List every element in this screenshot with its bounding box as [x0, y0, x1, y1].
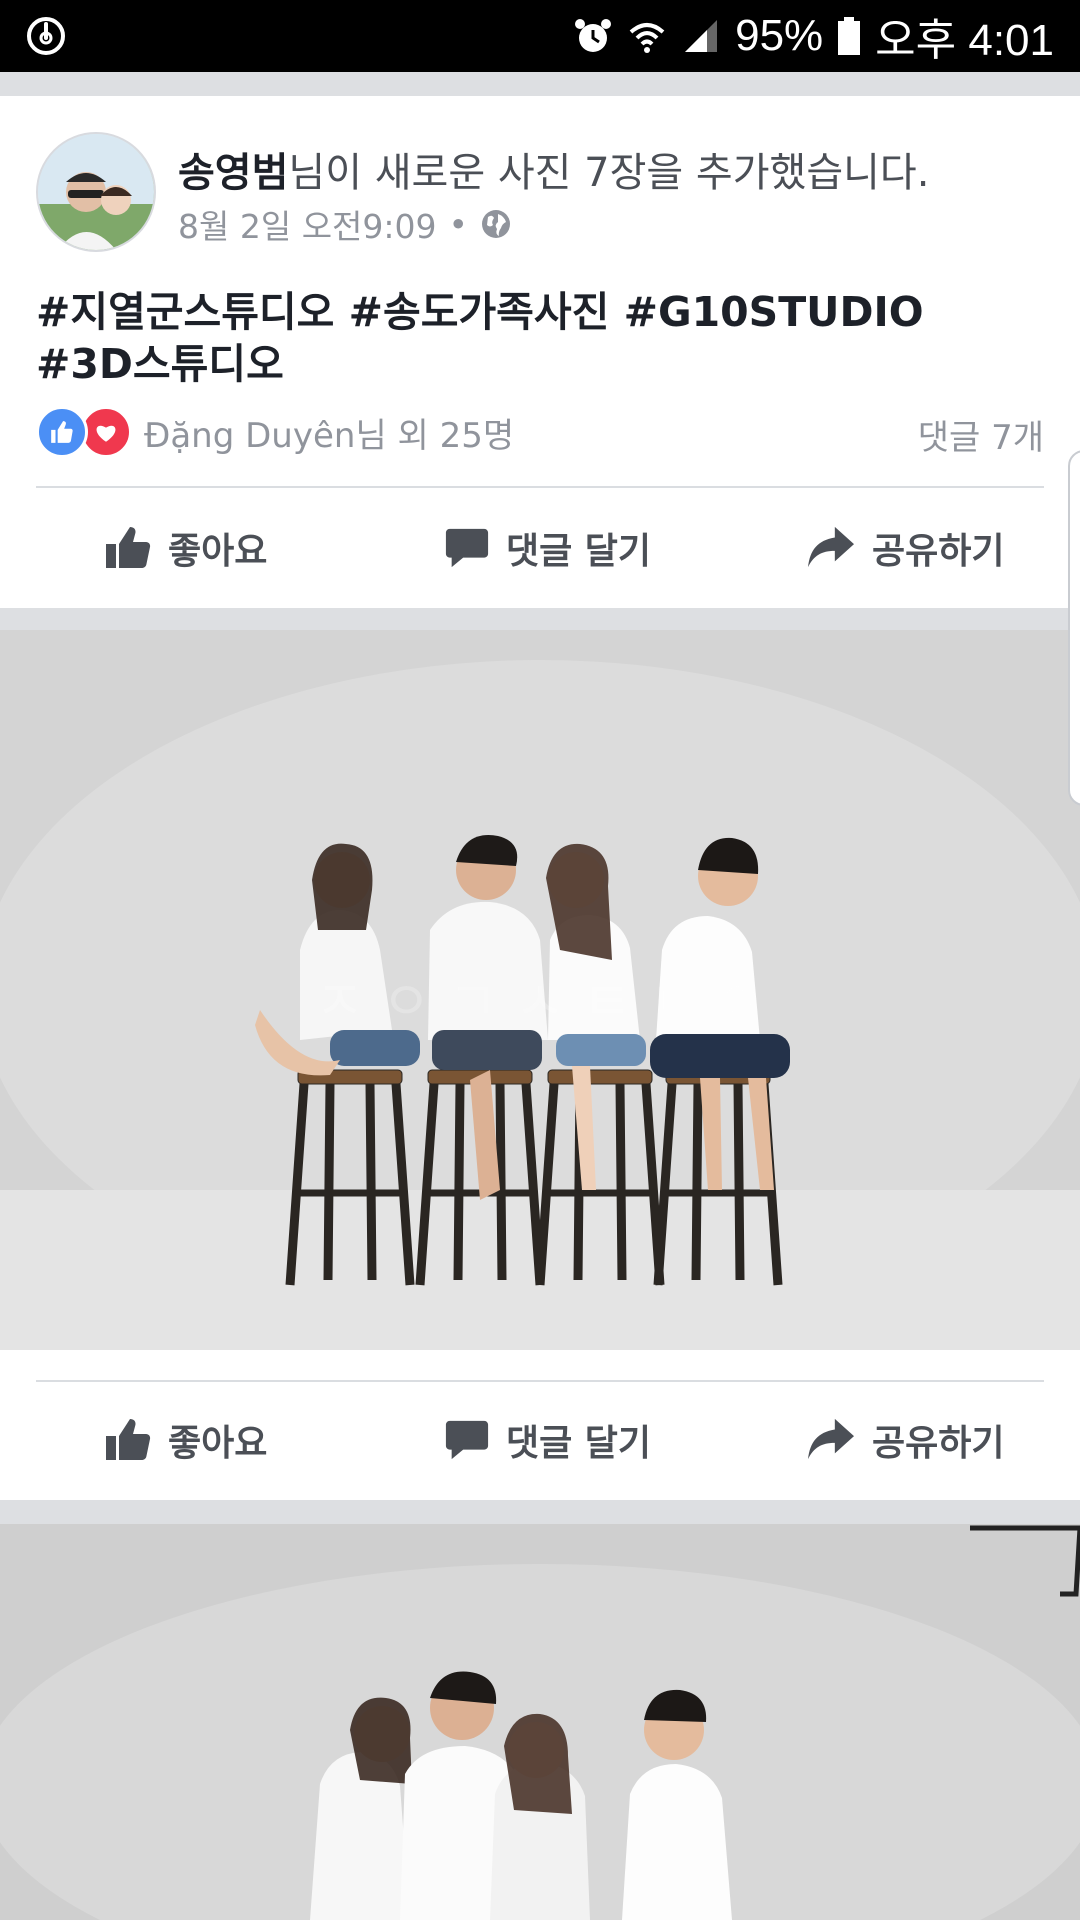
scroll-handle[interactable] — [1068, 450, 1080, 806]
post-meta: 8월 2일 오전9:09 • — [178, 200, 512, 248]
comment-bubble-icon — [445, 1420, 489, 1460]
author-avatar[interactable] — [36, 132, 156, 252]
post-card: 송영범님이 새로운 사진 7장을 추가했습니다. 8월 2일 오전9:09 • … — [0, 96, 1080, 608]
share-button[interactable]: 공유하기 — [806, 488, 1004, 608]
post-photo-1[interactable]: ㅈ ㅇ ㄱ ㅅ ㅌ ㄷ ㅇ — [0, 630, 1080, 1350]
share-arrow-icon — [808, 1418, 854, 1460]
photo-comment-button[interactable]: 댓글 달기 — [444, 1380, 651, 1500]
photo-share-button[interactable]: 공유하기 — [806, 1380, 1004, 1500]
post-timestamp[interactable]: 8월 2일 오전9:09 — [178, 200, 437, 248]
like-label: 좋아요 — [168, 531, 268, 572]
post-photo-2[interactable] — [0, 1524, 1080, 1920]
power-sync-icon — [27, 17, 65, 55]
post-headline: 송영범님이 새로운 사진 7장을 추가했습니다. — [178, 140, 929, 198]
like-reaction-icon — [36, 406, 88, 458]
battery-icon — [838, 17, 861, 55]
family-photo-image — [0, 1524, 1080, 1920]
comment-button[interactable]: 댓글 달기 — [444, 488, 651, 608]
hashtags-line-2[interactable]: #3D스튜디오 — [36, 338, 1036, 390]
family-photo-image: ㅈ ㅇ ㄱ ㅅ ㅌ ㄷ ㅇ — [0, 630, 1080, 1350]
share-label: 공유하기 — [872, 1423, 1005, 1464]
wifi-icon — [629, 23, 665, 53]
cell-signal-icon — [685, 20, 718, 52]
share-arrow-icon — [808, 526, 854, 568]
comments-count[interactable]: 댓글 7개 — [918, 410, 1044, 459]
action-bar: 좋아요 댓글 달기 공유하기 — [0, 488, 1080, 608]
photo-action-bar: 좋아요 댓글 달기 공유하기 — [0, 1350, 1080, 1500]
reactions-text: Đặng Duyên님 외 25명 — [144, 415, 515, 456]
reactions-summary[interactable]: Đặng Duyên님 외 25명 — [36, 406, 514, 458]
svg-text:ㅈ ㅇ ㄱ ㅅ ㅌ ㄷ ㅇ: ㅈ ㅇ ㄱ ㅅ ㅌ ㄷ ㅇ — [315, 970, 766, 1033]
battery-percent: 95% — [735, 11, 824, 60]
meta-separator: • — [448, 204, 468, 244]
alarm-clock-icon — [575, 19, 612, 52]
comment-label: 댓글 달기 — [506, 531, 652, 572]
comment-label: 댓글 달기 — [506, 1423, 652, 1464]
like-label: 좋아요 — [168, 1423, 268, 1464]
thumbs-up-icon — [106, 527, 151, 568]
comment-bubble-icon — [445, 528, 489, 568]
status-bar: 95% 오후 4:01 — [0, 0, 1080, 72]
author-name[interactable]: 송영범 — [178, 150, 288, 196]
post-text: #지열군스튜디오 #송도가족사진 #G10STUDIO #3D스튜디오 — [36, 286, 1036, 390]
hashtags-line-1[interactable]: #지열군스튜디오 #송도가족사진 #G10STUDIO — [36, 286, 1036, 338]
like-button[interactable]: 좋아요 — [104, 488, 267, 608]
headline-suffix: 님이 새로운 사진 7장을 추가했습니다. — [288, 150, 930, 196]
globe-icon — [482, 210, 510, 238]
photo-like-button[interactable]: 좋아요 — [104, 1380, 267, 1500]
clock: 오후 4:01 — [875, 16, 1054, 65]
thumbs-up-icon — [106, 1419, 151, 1460]
share-label: 공유하기 — [872, 531, 1005, 572]
